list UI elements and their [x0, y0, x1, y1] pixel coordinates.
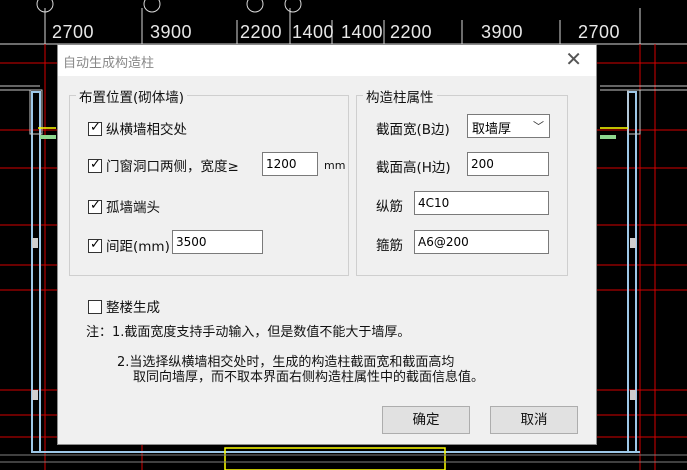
- opening-width-unit: mm: [324, 159, 346, 172]
- section-width-value: 取墙厚: [472, 122, 512, 137]
- dialog-titlebar[interactable]: 自动生成构造柱 ✕: [58, 45, 596, 76]
- section-width-label: 截面宽(B边): [376, 122, 450, 138]
- chevron-down-icon: ﹀: [533, 120, 544, 133]
- dim-label: 1400: [292, 22, 335, 42]
- opening-sides-option[interactable]: ✓ 门窗洞口两侧，宽度≥: [88, 155, 239, 175]
- dim-label: 3900: [150, 22, 193, 42]
- spacing-input[interactable]: 3500: [172, 230, 263, 254]
- check-icon: ✓: [90, 157, 101, 172]
- close-icon[interactable]: ✕: [565, 49, 582, 69]
- dim-label: 2700: [52, 22, 95, 42]
- spacing-label: 间距(mm): [106, 239, 170, 255]
- cross-walls-label: 纵横墙相交处: [106, 122, 187, 138]
- placement-group-title: 布置位置(砌体墙): [76, 86, 188, 106]
- long-rebar-input[interactable]: 4C10: [414, 191, 549, 215]
- check-icon: ✓: [90, 198, 101, 213]
- section-height-label: 截面高(H边): [376, 160, 451, 176]
- dialog-title: 自动生成构造柱: [63, 56, 155, 71]
- long-rebar-label: 纵筋: [376, 199, 403, 215]
- dim-label: 2700: [578, 22, 621, 42]
- section-width-select[interactable]: 取墙厚 ﹀: [467, 114, 550, 138]
- stirrup-label: 箍筋: [376, 238, 403, 254]
- note-line-3: 取同向墙厚，而不取本界面右侧构造柱属性中的截面信息值。: [133, 370, 485, 385]
- isolated-wall-end-label: 孤墙端头: [106, 200, 160, 216]
- cross-walls-option[interactable]: ✓ 纵横墙相交处: [88, 118, 187, 138]
- cancel-button[interactable]: 取消: [490, 406, 578, 434]
- dim-label: 2200: [390, 22, 433, 42]
- section-height-input[interactable]: 200: [467, 152, 549, 176]
- ok-button[interactable]: 确定: [382, 406, 470, 434]
- spacing-checkbox[interactable]: ✓: [88, 237, 102, 253]
- dim-label: 1400: [341, 22, 384, 42]
- dim-label: 2200: [240, 22, 283, 42]
- check-icon: ✓: [90, 237, 101, 252]
- column-props-title: 构造柱属性: [363, 86, 437, 106]
- whole-building-checkbox[interactable]: [88, 300, 102, 314]
- check-icon: ✓: [90, 120, 101, 135]
- opening-width-input[interactable]: 1200: [262, 152, 318, 176]
- dim-label: 3900: [481, 22, 524, 42]
- spacing-option[interactable]: ✓ 间距(mm): [88, 235, 170, 255]
- opening-sides-label: 门窗洞口两侧，宽度≥: [106, 159, 239, 175]
- whole-building-label: 整楼生成: [106, 300, 160, 316]
- whole-building-option[interactable]: 整楼生成: [88, 296, 160, 316]
- isolated-wall-end-option[interactable]: ✓ 孤墙端头: [88, 196, 160, 216]
- isolated-wall-end-checkbox[interactable]: ✓: [88, 198, 102, 214]
- cross-walls-checkbox[interactable]: ✓: [88, 120, 102, 136]
- opening-sides-checkbox[interactable]: ✓: [88, 157, 102, 173]
- note-line-1: 注：1.截面宽度支持手动输入，但是数值不能大于墙厚。: [86, 325, 411, 340]
- stirrup-input[interactable]: A6@200: [414, 230, 549, 254]
- auto-generate-column-dialog: 自动生成构造柱 ✕ 布置位置(砌体墙) ✓ 纵横墙相交处 ✓ 门窗洞口两侧，宽度≥ …: [57, 44, 597, 445]
